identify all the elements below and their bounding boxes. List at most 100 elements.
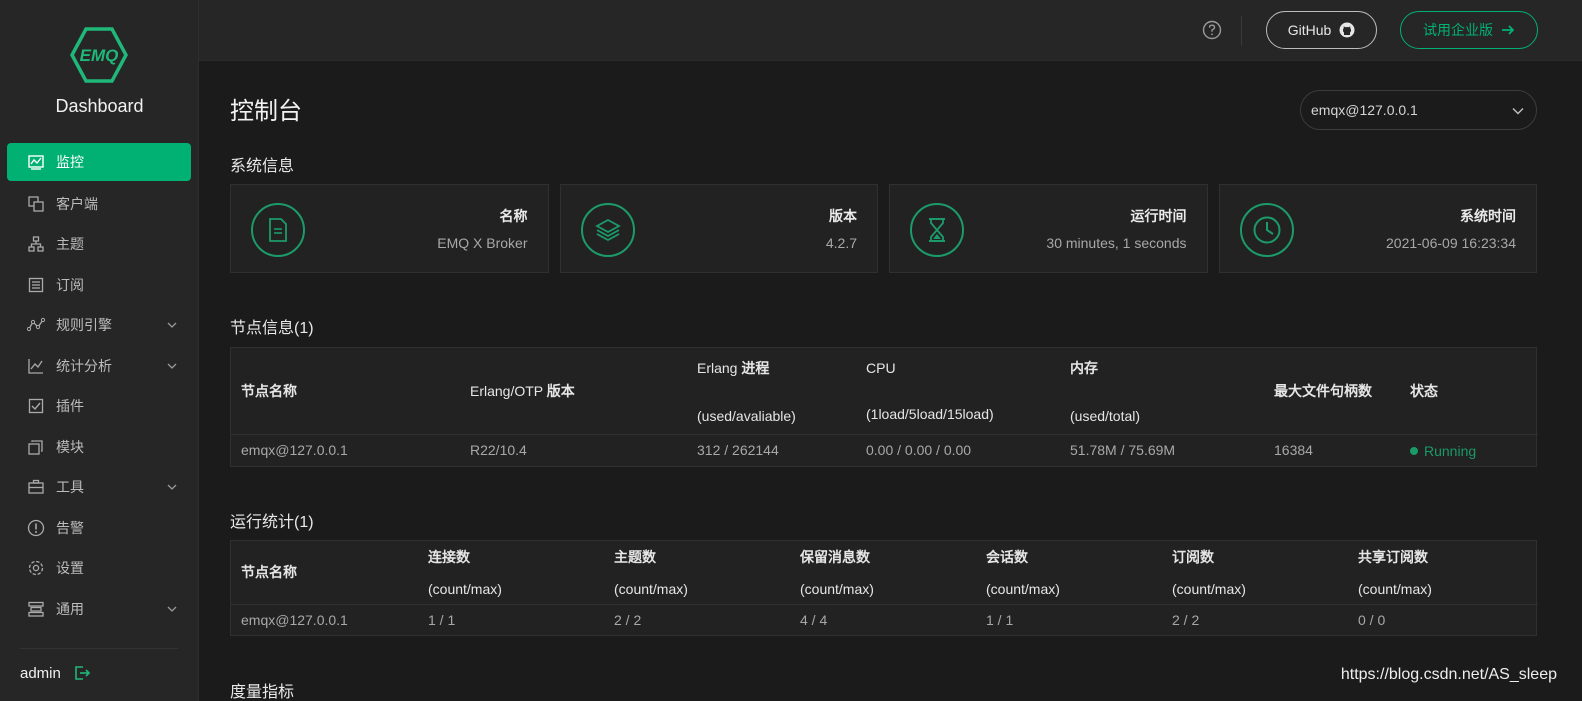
github-icon — [1339, 22, 1355, 38]
sidebar-menu: 监控 客户端 主题 订阅 规则引擎 统计分析 插件 模块 工具 告警 设置 通用 — [7, 143, 191, 629]
sidebar-item-label: 订阅 — [56, 276, 84, 293]
sidebar-item-clients[interactable]: 客户端 — [7, 184, 191, 225]
col-max-fds: 最大文件句柄数 — [1274, 382, 1372, 399]
username: admin — [20, 664, 61, 682]
sidebar-item-label: 设置 — [56, 560, 84, 577]
col-otp: Erlang/OTP 版本 — [470, 382, 575, 399]
cell-node-name: emqx@127.0.0.1 — [231, 433, 460, 466]
cell-retained: 4 / 4 — [790, 603, 976, 635]
clock-icon — [1239, 203, 1294, 257]
col-node-name: 节点名称 — [241, 382, 297, 399]
card-value: 2021-06-09 16:23:34 — [1386, 235, 1516, 251]
sidebar-item-topics[interactable]: 主题 — [7, 224, 191, 265]
cell-shared-subs: 0 / 0 — [1348, 603, 1538, 635]
alarm-icon — [27, 519, 45, 537]
table-header-row: 节点名称 Erlang/OTP 版本 Erlang 进程 (used/avali… — [231, 348, 1538, 434]
chevron-down-icon — [167, 322, 177, 329]
col-sessions: 会话数 (count/max) — [986, 549, 1060, 598]
cell-otp: R22/10.4 — [460, 433, 687, 466]
arrow-right-icon — [1502, 25, 1515, 35]
chevron-down-icon — [167, 484, 177, 491]
rule-engine-icon — [27, 316, 45, 334]
col-node-name: 节点名称 — [241, 564, 297, 581]
run-stats-title: 运行统计(1) — [230, 514, 314, 531]
col-subscriptions: 订阅数 (count/max) — [1172, 549, 1246, 598]
chevron-down-icon — [1512, 107, 1524, 115]
sidebar-item-analytics[interactable]: 统计分析 — [7, 346, 191, 387]
cell-subscriptions: 2 / 2 — [1162, 603, 1348, 635]
cell-memory: 51.78M / 75.69M — [1060, 433, 1264, 466]
run-stats-table: 节点名称 连接数 (count/max) 主题数 (count/max) 保留消息数… — [230, 540, 1538, 636]
logout-icon[interactable] — [73, 664, 91, 682]
col-connections: 连接数 (count/max) — [428, 549, 502, 598]
cell-topics: 2 / 2 — [604, 603, 790, 635]
col-topics: 主题数 (count/max) — [614, 549, 688, 598]
sidebar-item-alarm[interactable]: 告警 — [7, 508, 191, 549]
watermark: https://blog.csdn.net/AS_sleep — [1340, 666, 1557, 683]
analytics-icon — [27, 357, 45, 375]
sidebar-item-settings[interactable]: 设置 — [7, 548, 191, 589]
header-divider — [1241, 16, 1242, 46]
card-value: 30 minutes, 1 seconds — [1046, 235, 1187, 251]
col-status: 状态 — [1410, 382, 1438, 399]
status-dot — [1410, 446, 1418, 455]
sidebar: EMQ Dashboard 监控 客户端 主题 订阅 规则引擎 统计分析 插件 … — [0, 0, 199, 701]
modules-icon — [27, 438, 45, 456]
info-card-system-time: 系统时间 2021-06-09 16:23:34 — [1218, 184, 1537, 273]
cell-cpu: 0.00 / 0.00 / 0.00 — [856, 433, 1060, 466]
sidebar-item-label: 统计分析 — [56, 357, 112, 374]
chevron-down-icon — [167, 363, 177, 369]
github-button[interactable]: GitHub — [1266, 11, 1377, 49]
table-row: emqx@127.0.0.1 1 / 1 2 / 2 4 / 4 1 / 1 2… — [231, 603, 1538, 635]
table-row: emqx@127.0.0.1 R22/10.4 312 / 262144 0.0… — [231, 433, 1538, 466]
tools-icon — [27, 478, 45, 496]
col-cpu: CPU (1load/5load/15load) — [866, 359, 994, 422]
col-retained: 保留消息数 (count/max) — [800, 549, 874, 598]
metrics-title: 度量指标 — [230, 684, 295, 701]
logo-text: EMQ — [80, 46, 119, 65]
info-card-uptime: 运行时间 30 minutes, 1 seconds — [889, 184, 1208, 273]
sidebar-item-label: 客户端 — [56, 195, 98, 212]
clients-icon — [27, 195, 45, 213]
sidebar-item-general[interactable]: 通用 — [7, 589, 191, 630]
sidebar-item-label: 规则引擎 — [56, 317, 112, 334]
sidebar-item-modules[interactable]: 模块 — [7, 427, 191, 468]
sidebar-item-label: 主题 — [56, 236, 84, 253]
node-select[interactable]: emqx@127.0.0.1 — [1300, 90, 1537, 130]
layers-icon — [580, 203, 635, 257]
card-value: EMQ X Broker — [437, 235, 528, 251]
sidebar-item-plugins[interactable]: 插件 — [7, 386, 191, 427]
sidebar-item-rule-engine[interactable]: 规则引擎 — [7, 305, 191, 346]
plugins-icon — [27, 397, 45, 415]
github-label: GitHub — [1287, 22, 1332, 38]
system-info-title: 系统信息 — [230, 158, 295, 175]
info-card-name: 名称 EMQ X Broker — [230, 184, 549, 273]
trial-enterprise-button[interactable]: 试用企业版 — [1400, 11, 1538, 49]
system-info-cards: 名称 EMQ X Broker 版本 4.2.7 运行时间 30 minutes… — [230, 184, 1537, 273]
document-icon — [251, 203, 305, 257]
col-memory: 内存 (used/total) — [1070, 359, 1141, 424]
sidebar-item-label: 告警 — [56, 519, 84, 536]
card-label: 运行时间 — [1130, 208, 1187, 224]
sidebar-divider — [20, 648, 178, 649]
cell-sessions: 1 / 1 — [976, 603, 1162, 635]
cell-node-name: emqx@127.0.0.1 — [231, 603, 418, 635]
gear-icon — [27, 559, 45, 577]
sidebar-item-label: 通用 — [56, 600, 84, 617]
node-info-title: 节点信息(1) — [230, 320, 314, 337]
sidebar-item-tools[interactable]: 工具 — [7, 467, 191, 508]
sidebar-item-monitor[interactable]: 监控 — [7, 143, 191, 181]
sidebar-item-subscriptions[interactable]: 订阅 — [7, 265, 191, 306]
monitor-icon — [27, 153, 45, 171]
node-select-value: emqx@127.0.0.1 — [1311, 102, 1418, 118]
page-title: 控制台 — [230, 98, 302, 125]
chevron-down-icon — [167, 606, 177, 612]
card-label: 名称 — [499, 208, 528, 224]
cell-max-fds: 16384 — [1264, 433, 1400, 466]
general-icon — [27, 600, 45, 618]
help-icon[interactable] — [1202, 20, 1222, 40]
brand-title: Dashboard — [55, 96, 144, 116]
user-area: admin — [20, 664, 91, 682]
emq-logo[interactable]: EMQ — [70, 26, 128, 84]
cell-connections: 1 / 1 — [418, 603, 604, 635]
